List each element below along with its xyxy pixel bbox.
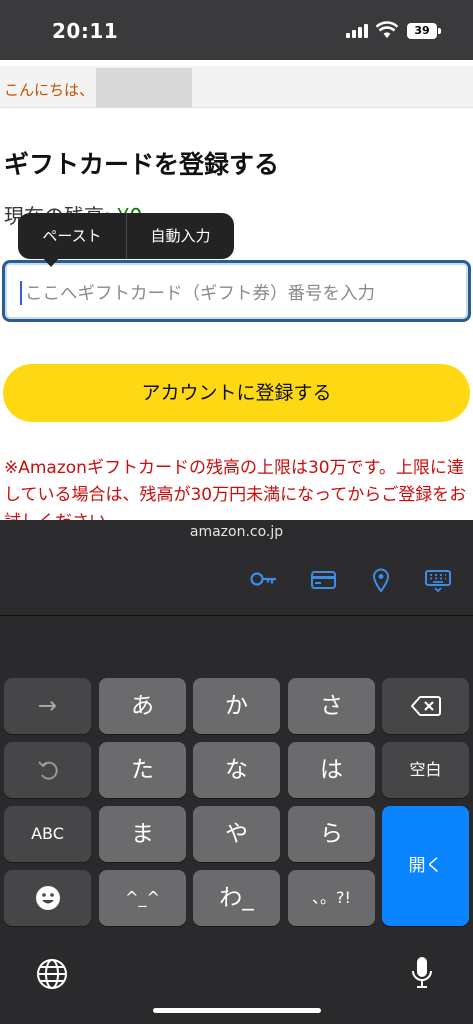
- keyboard-accessory-bar: [0, 546, 473, 616]
- battery-nub: [438, 28, 441, 34]
- paste-menu-item[interactable]: ペースト: [18, 213, 126, 259]
- key-kaomoji[interactable]: ^_^: [99, 870, 186, 926]
- autofill-menu-item[interactable]: 自動入力: [127, 213, 234, 259]
- greeting-text: こんにちは、: [4, 81, 95, 99]
- emoji-icon: [35, 886, 60, 910]
- key-a[interactable]: あ: [99, 678, 186, 734]
- open-button[interactable]: 開く: [382, 806, 469, 926]
- keyboard-icon[interactable]: [425, 570, 451, 592]
- key-ma[interactable]: ま: [99, 806, 186, 862]
- undo-button[interactable]: [4, 742, 91, 798]
- gift-card-code-input[interactable]: ここへギフトカード（ギフト券）番号を入力: [2, 260, 471, 322]
- popup-arrow: [42, 257, 60, 267]
- input-placeholder: ここへギフトカード（ギフト券）番号を入力: [25, 284, 375, 304]
- greeting-bar: こんにちは、: [0, 66, 473, 108]
- key-wa[interactable]: わ_: [193, 870, 280, 926]
- status-time: 20:11: [52, 19, 119, 43]
- register-button[interactable]: アカウントに登録する: [3, 364, 470, 422]
- signal-icon: [346, 24, 370, 38]
- delete-icon: [410, 696, 441, 716]
- edit-menu-popup: ペースト 自動入力: [18, 213, 234, 267]
- domain-bar: amazon.co.jp: [0, 520, 473, 546]
- microphone-icon[interactable]: [411, 956, 433, 992]
- home-indicator[interactable]: [153, 1008, 321, 1013]
- key-punctuation[interactable]: 、。?!: [288, 870, 375, 926]
- key-arrow-right[interactable]: →: [4, 678, 91, 734]
- warning-text: ※Amazonギフトカードの残高の上限は30万です。上限に達している場合は、残高…: [4, 458, 467, 520]
- key-ya[interactable]: や: [193, 806, 280, 862]
- credit-card-icon[interactable]: [311, 571, 336, 589]
- backspace-button[interactable]: [382, 678, 469, 734]
- redacted-name: [96, 68, 192, 108]
- key-ha[interactable]: は: [288, 742, 375, 798]
- page-title: ギフトカードを登録する: [4, 150, 280, 179]
- japanese-kana-keyboard: → あ か さ た な は 空白 ABC ま や ら 開く ^_^ わ_ 、。?…: [0, 616, 473, 1024]
- web-content: こんにちは、 ギフトカードを登録する 現在の残高:¥0 ここへギフトカード（ギフ…: [0, 60, 473, 520]
- abc-mode-button[interactable]: ABC: [4, 806, 91, 862]
- key-icon[interactable]: [250, 571, 278, 587]
- text-cursor: [20, 281, 22, 305]
- space-button[interactable]: 空白: [382, 742, 469, 798]
- wifi-icon: [376, 21, 398, 38]
- undo-icon: [37, 761, 58, 780]
- location-pin-icon[interactable]: [372, 568, 390, 592]
- globe-icon[interactable]: [36, 958, 68, 990]
- key-sa[interactable]: さ: [288, 678, 375, 734]
- status-bar: 20:11 39: [0, 0, 473, 60]
- key-ta[interactable]: た: [99, 742, 186, 798]
- key-ra[interactable]: ら: [288, 806, 375, 862]
- key-na[interactable]: な: [193, 742, 280, 798]
- key-ka[interactable]: か: [193, 678, 280, 734]
- battery-icon: 39: [407, 23, 437, 39]
- emoji-button[interactable]: [4, 870, 91, 926]
